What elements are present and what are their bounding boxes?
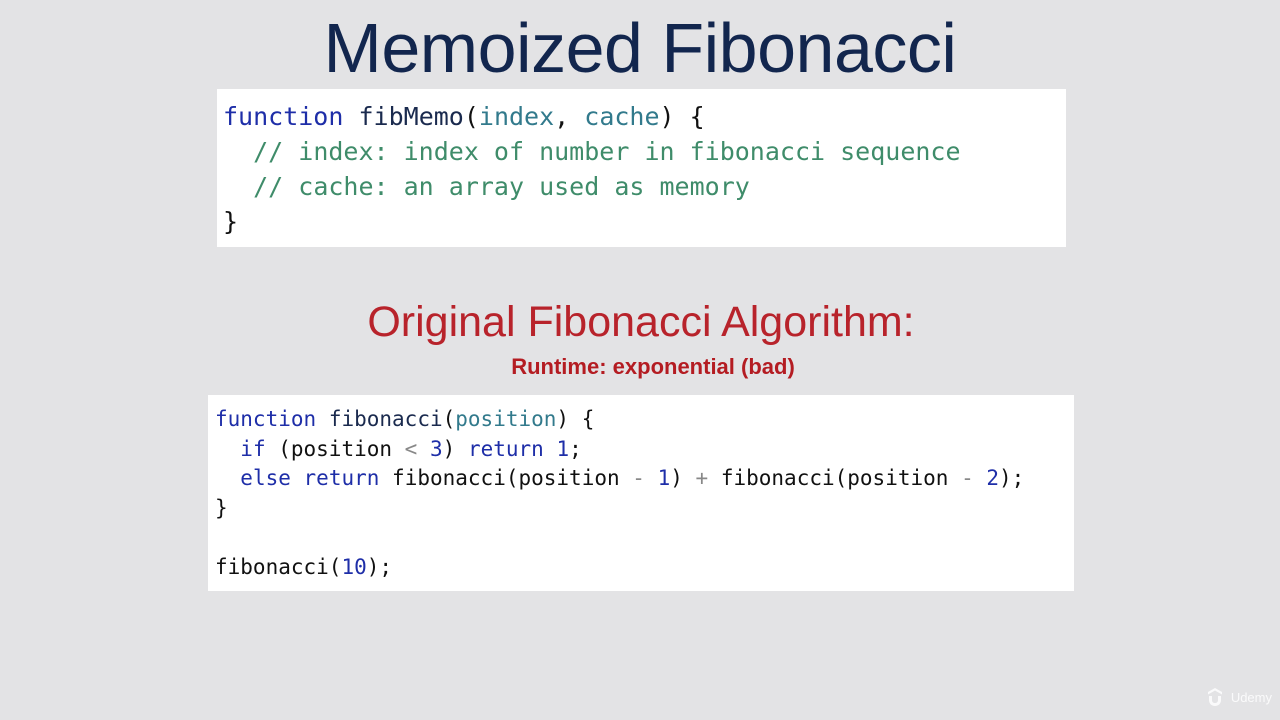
number-10: 10 bbox=[341, 554, 367, 579]
comment-cache: // cache: an array used as memory bbox=[253, 172, 750, 201]
runtime-label: Runtime: exponential (bad) bbox=[511, 354, 795, 379]
semicolon: ; bbox=[569, 436, 582, 461]
comment-index: // index: index of number in fibonacci s… bbox=[253, 137, 961, 166]
memo-code-block: function fibMemo(index, cache) { // inde… bbox=[217, 89, 1066, 247]
operator-minus: - bbox=[961, 466, 974, 490]
function-name: fibMemo bbox=[358, 102, 464, 131]
number-3: 3 bbox=[429, 436, 443, 461]
keyword-return: return bbox=[303, 466, 380, 490]
param-position: position bbox=[455, 407, 557, 431]
section-heading: Original Fibonacci Algorithm: bbox=[367, 298, 915, 346]
param-cache: cache bbox=[584, 102, 660, 131]
close-signature: ) { bbox=[556, 407, 595, 431]
code-line-else: else return fibonacci(position - 1) + fi… bbox=[215, 464, 1074, 494]
operator-less-than: < bbox=[404, 436, 418, 461]
recursive-call-1-close: ) bbox=[670, 466, 696, 490]
keyword-return: return bbox=[467, 436, 544, 461]
number-1: 1 bbox=[657, 466, 671, 490]
original-code-block: function fibonacci(position) { if (posit… bbox=[208, 395, 1074, 591]
close-brace: } bbox=[223, 207, 239, 236]
code-line-comment-cache: // cache: an array used as memory bbox=[223, 169, 1066, 204]
if-condition-close: ) bbox=[442, 436, 468, 461]
code-line-comment-index: // index: index of number in fibonacci s… bbox=[223, 134, 1066, 169]
operator-minus: - bbox=[632, 466, 645, 490]
comma: , bbox=[554, 102, 585, 131]
close-signature: ) { bbox=[659, 102, 705, 131]
open-paren: ( bbox=[463, 102, 479, 131]
open-paren: ( bbox=[442, 407, 456, 431]
number-2: 2 bbox=[986, 466, 1000, 490]
slide-title: Memoized Fibonacci bbox=[323, 9, 957, 87]
code-line-if: if (position < 3) return 1; bbox=[215, 435, 1074, 465]
keyword-else: else bbox=[240, 466, 291, 490]
udemy-watermark: Udemy bbox=[1204, 686, 1272, 708]
keyword-function: function bbox=[215, 407, 317, 431]
code-line-close: } bbox=[215, 494, 1074, 524]
code-line-signature: function fibonacci(position) { bbox=[215, 405, 1074, 435]
param-index: index bbox=[478, 102, 555, 131]
code-line-signature: function fibMemo(index, cache) { bbox=[223, 99, 1066, 134]
recursive-call-1: fibonacci(position bbox=[392, 466, 633, 490]
code-line-invoke: fibonacci(10); bbox=[215, 553, 1074, 583]
invoke-close: ); bbox=[366, 554, 393, 579]
invoke-call: fibonacci( bbox=[215, 554, 342, 579]
close-brace: } bbox=[215, 495, 228, 520]
if-condition-open: (position bbox=[265, 436, 405, 461]
function-name: fibonacci bbox=[328, 407, 443, 431]
number-1: 1 bbox=[556, 436, 570, 461]
operator-plus: + bbox=[695, 466, 709, 490]
code-line-close: } bbox=[223, 204, 1066, 239]
keyword-function: function bbox=[223, 102, 344, 131]
udemy-logo-icon bbox=[1204, 686, 1226, 708]
recursive-call-2-close: ); bbox=[999, 466, 1025, 490]
keyword-if: if bbox=[240, 436, 266, 461]
recursive-call-2: fibonacci(position bbox=[708, 466, 962, 490]
udemy-brand-text: Udemy bbox=[1230, 689, 1272, 705]
